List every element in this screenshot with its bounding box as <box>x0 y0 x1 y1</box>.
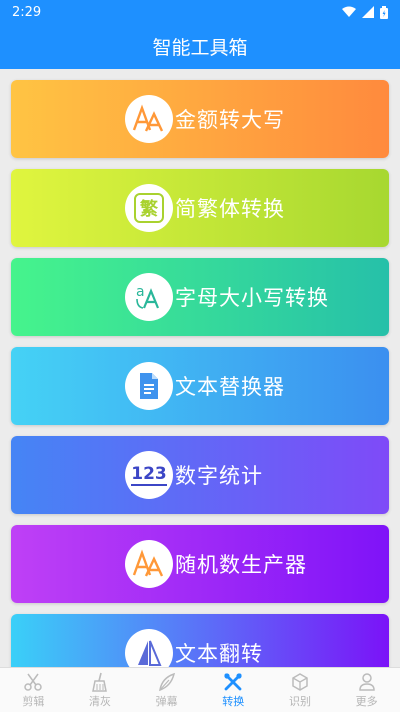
icon-circle <box>125 629 173 667</box>
translate-icon: a <box>136 284 160 309</box>
card-label: 简繁体转换 <box>175 197 285 221</box>
scissors-icon <box>24 673 43 691</box>
app-bar: 智能工具箱 <box>0 24 400 69</box>
status-icons <box>342 5 388 19</box>
icon-circle <box>125 95 173 143</box>
feather-icon <box>158 672 175 691</box>
number-123-icon: 123 <box>131 464 167 486</box>
battery-icon <box>380 5 388 19</box>
tools-icon <box>224 672 242 690</box>
nav-label: 转换 <box>222 694 245 708</box>
card-label: 随机数生产器 <box>175 553 307 577</box>
card-number-count[interactable]: 123 数字统计 <box>11 436 389 514</box>
page-title: 智能工具箱 <box>152 37 248 59</box>
nav-item-more[interactable]: 更多 <box>334 672 400 709</box>
svg-text:a: a <box>136 284 145 300</box>
card-label: 字母大小写转换 <box>175 286 329 310</box>
wifi-icon <box>342 6 356 17</box>
icon-circle: 繁 <box>125 184 173 232</box>
letter-a-icon <box>132 549 164 577</box>
nav-item-clean[interactable]: 清灰 <box>67 672 133 709</box>
traditional-char-text: 繁 <box>140 199 158 220</box>
number-icon-text: 123 <box>131 464 167 484</box>
status-time: 2:29 <box>12 4 42 20</box>
icon-circle: 123 <box>125 451 173 499</box>
nav-item-recognize[interactable]: 识别 <box>267 672 333 709</box>
card-text-flip[interactable]: 文本翻转 <box>11 614 389 667</box>
card-label: 文本翻转 <box>175 642 263 666</box>
nav-item-barrage[interactable]: 弹幕 <box>134 672 200 709</box>
card-letter-case[interactable]: a 字母大小写转换 <box>11 258 389 336</box>
letter-a-icon <box>132 104 164 132</box>
signal-icon <box>362 6 374 18</box>
card-text-replacer[interactable]: 文本替换器 <box>11 347 389 425</box>
icon-circle: a <box>125 273 173 321</box>
nav-label: 识别 <box>288 694 311 708</box>
icon-circle <box>125 362 173 410</box>
nav-item-convert[interactable]: 转换 <box>200 672 266 709</box>
bottom-nav: 剪辑 清灰 弹幕 转换 识别 更多 <box>0 667 400 712</box>
nav-item-clip[interactable]: 剪辑 <box>0 672 66 709</box>
cube-icon <box>292 672 308 691</box>
status-bar: 2:29 <box>0 0 400 24</box>
card-amount-to-uppercase[interactable]: 金额转大写 <box>11 80 389 158</box>
nav-label: 弹幕 <box>155 694 178 708</box>
card-label: 金额转大写 <box>175 108 285 132</box>
card-label: 数字统计 <box>175 464 263 488</box>
tool-list[interactable]: 金额转大写 繁 简繁体转换 a 字母大小写转换 文本替换器 123 数字统计 随… <box>0 69 400 667</box>
user-icon <box>358 672 375 691</box>
traditional-char-icon: 繁 <box>134 193 164 223</box>
nav-label: 清灰 <box>88 694 111 708</box>
card-random-number[interactable]: 随机数生产器 <box>11 525 389 603</box>
nav-label: 更多 <box>355 694 378 708</box>
broom-icon <box>92 672 107 692</box>
flip-icon <box>138 640 162 666</box>
nav-label: 剪辑 <box>22 694 45 708</box>
document-icon <box>140 373 158 399</box>
icon-circle <box>125 540 173 588</box>
card-simplified-traditional[interactable]: 繁 简繁体转换 <box>11 169 389 247</box>
card-label: 文本替换器 <box>175 375 285 399</box>
